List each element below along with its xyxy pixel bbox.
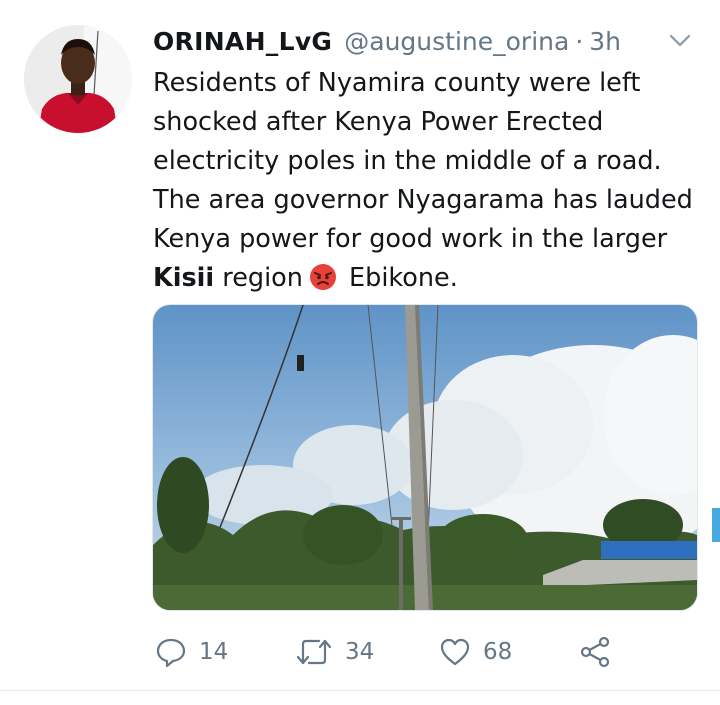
reply-count: 14 (199, 639, 229, 665)
reply-icon (156, 638, 186, 668)
retweet-button[interactable]: 34 (295, 630, 374, 674)
share-icon (580, 636, 610, 668)
user-handle[interactable]: @augustine_orina (344, 27, 569, 56)
retweet-icon (296, 639, 332, 665)
reply-button[interactable]: 14 (155, 630, 228, 674)
separator-dot: · (575, 26, 584, 56)
tweet-photo[interactable] (152, 304, 698, 611)
timestamp[interactable]: 3h (589, 27, 621, 56)
retweet-count: 34 (345, 639, 375, 665)
hashtag-kisii[interactable]: Kisii (153, 263, 214, 293)
display-name[interactable]: ORINAH_LvG (153, 27, 332, 56)
like-count: 68 (483, 639, 513, 665)
scrollbar-thumb[interactable] (712, 508, 720, 542)
share-button[interactable] (579, 630, 611, 674)
tweet-text-part2: region (214, 263, 303, 293)
tweet-text-part3: Ebikone. (340, 263, 458, 293)
like-button[interactable]: 68 (439, 630, 512, 674)
more-options-chevron-down-icon[interactable] (665, 28, 695, 54)
tweet-text: Residents of Nyamira county were left sh… (153, 64, 698, 298)
tweet-actions: 14 34 68 (155, 630, 625, 674)
avatar-image (24, 25, 132, 133)
tweet-text-part1: Residents of Nyamira county were left sh… (153, 68, 693, 254)
angry-face-icon (309, 263, 337, 291)
avatar[interactable] (24, 25, 132, 133)
heart-icon (440, 638, 470, 666)
tweet-header: ORINAH_LvG @augustine_orina · 3h (153, 24, 673, 58)
tweet-divider (0, 690, 720, 691)
photo-image (153, 305, 697, 610)
